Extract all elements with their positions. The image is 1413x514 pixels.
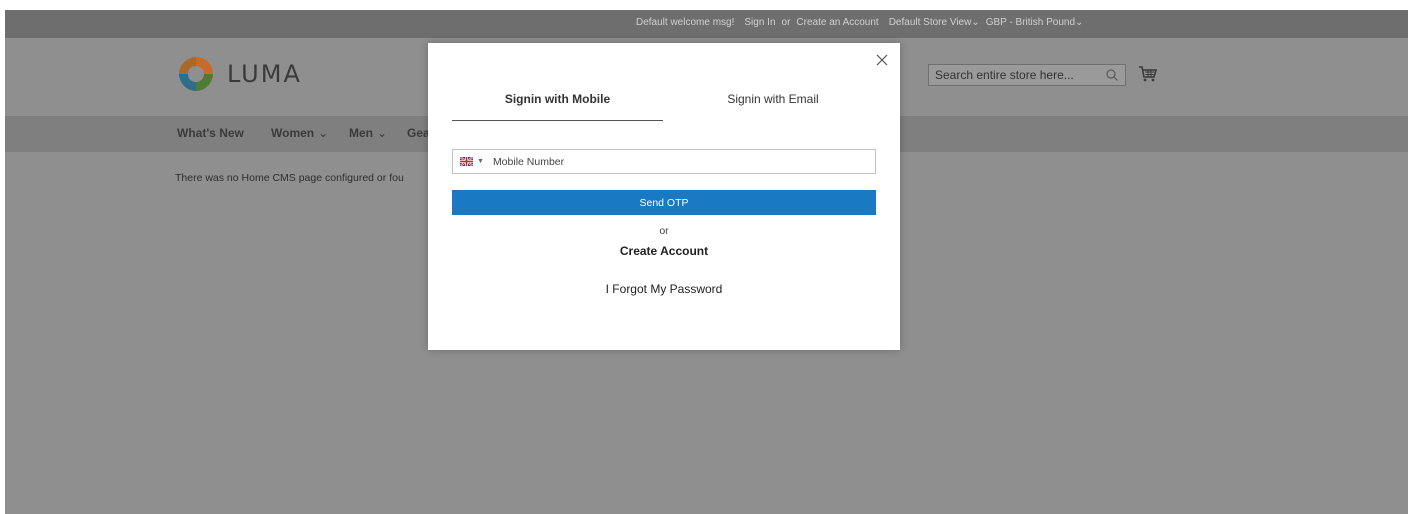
mobile-number-input[interactable] bbox=[492, 155, 853, 168]
nav-item-label: What's New bbox=[177, 126, 244, 140]
chevron-down-icon: ⌄ bbox=[971, 17, 980, 28]
nav-item-men[interactable]: Men ⌄ bbox=[349, 126, 387, 140]
search-input[interactable] bbox=[929, 65, 1099, 85]
nav-item-whats-new[interactable]: What's New bbox=[177, 126, 244, 140]
sign-in-link[interactable]: Sign In bbox=[744, 17, 775, 28]
nav-item-label: Men bbox=[349, 126, 373, 140]
chevron-down-icon: ⌄ bbox=[377, 126, 388, 140]
forgot-password-link[interactable]: I Forgot My Password bbox=[428, 282, 900, 296]
store-view-switcher[interactable]: Default Store View ⌄ bbox=[889, 17, 980, 28]
send-otp-button[interactable]: Send OTP bbox=[452, 190, 876, 215]
nav-item-label: Women bbox=[271, 126, 315, 140]
gb-flag-icon[interactable] bbox=[460, 157, 473, 166]
cms-notice: There was no Home CMS page configured or… bbox=[175, 172, 404, 184]
create-account-link[interactable]: Create Account bbox=[428, 244, 900, 258]
search-box bbox=[928, 64, 1126, 86]
currency-label: GBP - British Pound bbox=[985, 17, 1076, 28]
tab-signin-mobile[interactable]: Signin with Mobile bbox=[452, 92, 663, 106]
currency-switcher[interactable]: GBP - British Pound ⌄ bbox=[986, 17, 1084, 28]
or-text: or bbox=[781, 17, 791, 28]
chevron-down-icon: ⌄ bbox=[318, 126, 329, 140]
store-view-label: Default Store View bbox=[888, 17, 972, 28]
active-tab-indicator bbox=[452, 120, 663, 121]
close-icon[interactable] bbox=[875, 53, 889, 67]
logo[interactable]: LUMA bbox=[177, 55, 302, 93]
signin-modal: Signin with Mobile Signin with Email ▼ S… bbox=[428, 43, 900, 350]
top-panel: Default welcome msg! Sign In or Create a… bbox=[5, 10, 1408, 38]
nav-item-label: Gea bbox=[407, 126, 430, 140]
or-separator: or bbox=[659, 225, 669, 237]
chevron-down-icon: ⌄ bbox=[1075, 17, 1084, 28]
welcome-message: Default welcome msg! bbox=[636, 17, 735, 28]
tab-signin-email[interactable]: Signin with Email bbox=[673, 92, 873, 106]
luma-logo-icon bbox=[179, 57, 213, 91]
mobile-number-field: ▼ bbox=[452, 149, 876, 174]
page: Default welcome msg! Sign In or Create a… bbox=[5, 10, 1408, 514]
caret-down-icon[interactable]: ▼ bbox=[477, 158, 484, 165]
nav-item-women[interactable]: Women ⌄ bbox=[271, 126, 328, 140]
create-account-link[interactable]: Create an Account bbox=[796, 17, 878, 28]
logo-text: LUMA bbox=[227, 60, 302, 88]
panel-links: Default welcome msg! Sign In or Create a… bbox=[636, 17, 1083, 28]
search-icon[interactable] bbox=[1105, 68, 1119, 82]
nav-item-gear[interactable]: Gea bbox=[407, 126, 430, 140]
cart-icon[interactable] bbox=[1138, 64, 1158, 84]
